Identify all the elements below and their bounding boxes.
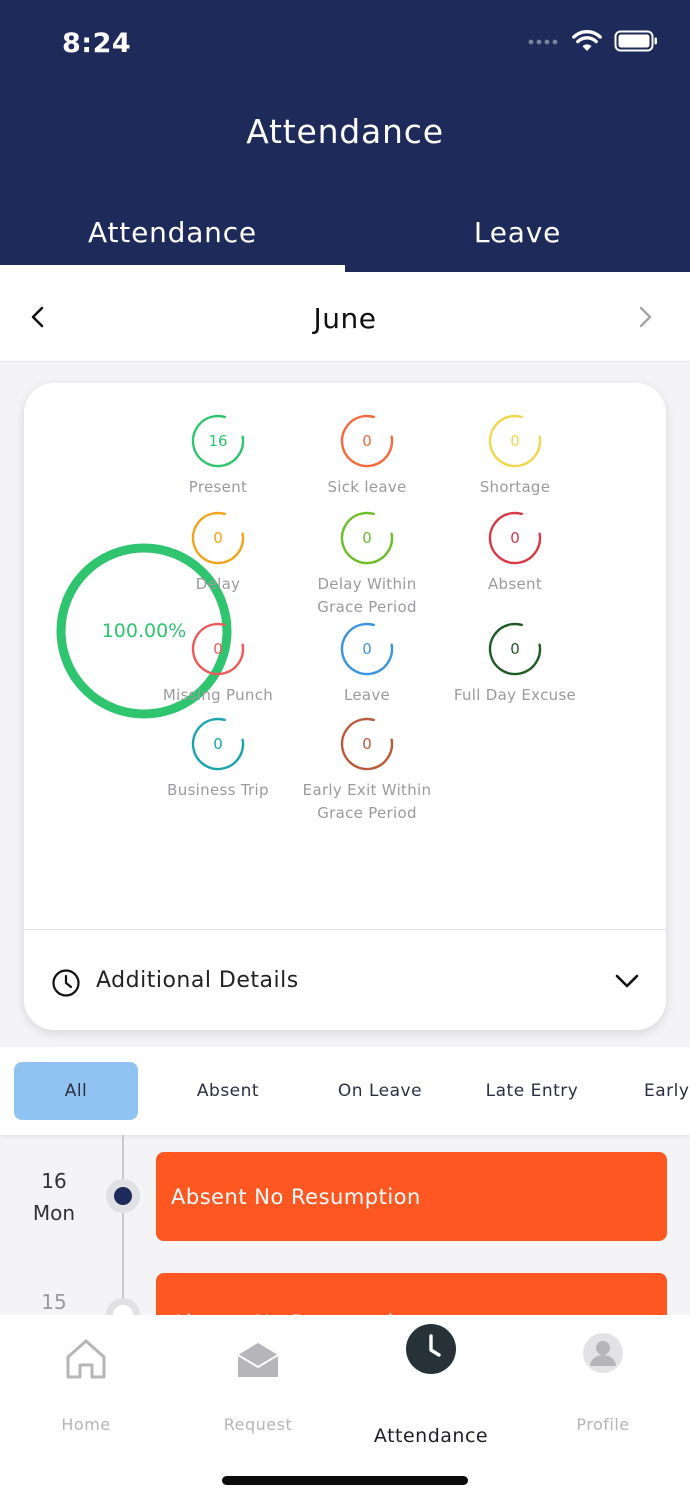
attendance-timeline: 16 Mon Absent No Resumption 15 Absent No… — [0, 1135, 690, 1315]
home-icon — [66, 1339, 106, 1379]
chevron-down-icon[interactable] — [614, 972, 640, 990]
stat-value: 0 — [213, 640, 223, 658]
filter-chip-absent[interactable]: Absent — [166, 1062, 290, 1120]
stat-value: 0 — [510, 432, 520, 450]
stat-value: 0 — [213, 735, 223, 753]
wifi-icon — [572, 30, 602, 51]
stat-label: Sick leave — [327, 478, 407, 496]
stat-ring: 0 — [339, 621, 395, 677]
attendance-summary-card: 100.00% 16 Present 0 Sick leave 0 Shortage 0 De… — [24, 383, 666, 1030]
clock-icon — [406, 1324, 456, 1374]
timeline-status-card[interactable]: Absent No Resumption — [156, 1152, 667, 1241]
stat-delay: 0 Delay — [143, 510, 293, 596]
stat-value: 0 — [362, 432, 372, 450]
stat-business-trip: 0 Business Trip — [143, 716, 293, 802]
battery-icon — [614, 30, 657, 52]
month-navigator: June — [0, 272, 690, 362]
stat-label: Delay Within Grace Period — [317, 575, 417, 616]
stat-present: 16 Present — [143, 413, 293, 499]
stat-label: Early Exit Within Grace Period — [302, 781, 432, 822]
clock-icon — [52, 969, 80, 997]
stat-shortage: 0 Shortage — [440, 413, 590, 499]
stat-delay-within: 0 Delay Within Grace Period — [292, 510, 442, 619]
timeline-date: 16 Mon — [14, 1165, 94, 1229]
chevron-right-icon[interactable] — [630, 302, 660, 332]
stat-ring: 0 — [487, 510, 543, 566]
status-time: 8:24 — [62, 28, 132, 59]
timeline-dot — [106, 1298, 140, 1315]
filter-chip-late-entry[interactable]: Late Entry — [470, 1062, 594, 1120]
stat-value: 0 — [213, 529, 223, 547]
stat-sick-leave: 0 Sick leave — [292, 413, 442, 499]
stat-ring: 16 — [190, 413, 246, 469]
nav-label: Profile — [576, 1415, 630, 1434]
stat-ring: 0 — [190, 716, 246, 772]
stat-value: 0 — [362, 735, 372, 753]
nav-label: Attendance — [373, 1425, 489, 1447]
stat-ring: 0 — [339, 510, 395, 566]
stat-ring: 0 — [487, 413, 543, 469]
nav-label: Request — [223, 1415, 293, 1434]
timeline-day: 15 — [41, 1290, 67, 1314]
status-filter-bar: All Absent On Leave Late Entry Early — [0, 1047, 690, 1135]
stat-ring: 0 — [339, 413, 395, 469]
stat-label: Shortage — [479, 478, 551, 496]
additional-details-toggle[interactable]: Additional Details — [24, 930, 666, 1030]
status-icons — [528, 30, 658, 52]
stat-value: 0 — [362, 529, 372, 547]
cellular-signal-icon — [528, 39, 558, 45]
stat-missing-punch: 0 Missing Punch — [143, 621, 293, 707]
stat-value: 0 — [510, 640, 520, 658]
profile-icon — [583, 1333, 623, 1373]
app-header: 8:24 Attendance Attendance Leave — [0, 0, 690, 272]
timeline-line — [122, 1135, 124, 1315]
filter-chip-all[interactable]: All — [14, 1062, 138, 1120]
bottom-navigation: Home Request Attendance Profile — [0, 1315, 690, 1500]
page-title: Attendance — [246, 112, 444, 151]
stat-label: Leave — [343, 686, 391, 704]
stat-absent: 0 Absent — [440, 510, 590, 596]
envelope-icon — [237, 1343, 279, 1377]
filter-chip-early[interactable]: Early — [644, 1062, 690, 1120]
stat-label: Present — [188, 478, 248, 496]
home-indicator — [222, 1476, 468, 1485]
nav-label: Home — [61, 1415, 111, 1434]
stat-ring: 0 — [190, 621, 246, 677]
stat-early-exit-within: 0 Early Exit Within Grace Period — [292, 716, 442, 825]
stat-label: Absent — [487, 575, 542, 593]
stat-ring: 0 — [339, 716, 395, 772]
stat-label: Business Trip — [167, 781, 269, 799]
stat-label: Missing Punch — [162, 686, 274, 704]
tab-attendance[interactable]: Attendance — [0, 216, 345, 249]
stat-full-day-excuse: 0 Full Day Excuse — [440, 621, 590, 707]
additional-details-label: Additional Details — [96, 968, 299, 993]
timeline-date: 15 — [14, 1286, 94, 1315]
month-label: June — [313, 302, 377, 335]
active-tab-indicator — [0, 265, 345, 272]
stat-value: 16 — [208, 432, 228, 450]
stat-leave: 0 Leave — [292, 621, 442, 707]
stat-ring: 0 — [190, 510, 246, 566]
filter-chip-on-leave[interactable]: On Leave — [318, 1062, 442, 1120]
timeline-weekday: Mon — [32, 1201, 76, 1225]
tab-leave[interactable]: Leave — [345, 216, 690, 249]
stat-label: Full Day Excuse — [453, 686, 577, 704]
stat-label: Delay — [195, 575, 241, 593]
timeline-dot — [106, 1179, 140, 1213]
stat-ring: 0 — [487, 621, 543, 677]
stat-value: 0 — [510, 529, 520, 547]
timeline-day: 16 — [41, 1169, 67, 1193]
stat-value: 0 — [362, 640, 372, 658]
timeline-status-card[interactable]: Absent No Resumption — [156, 1273, 667, 1315]
